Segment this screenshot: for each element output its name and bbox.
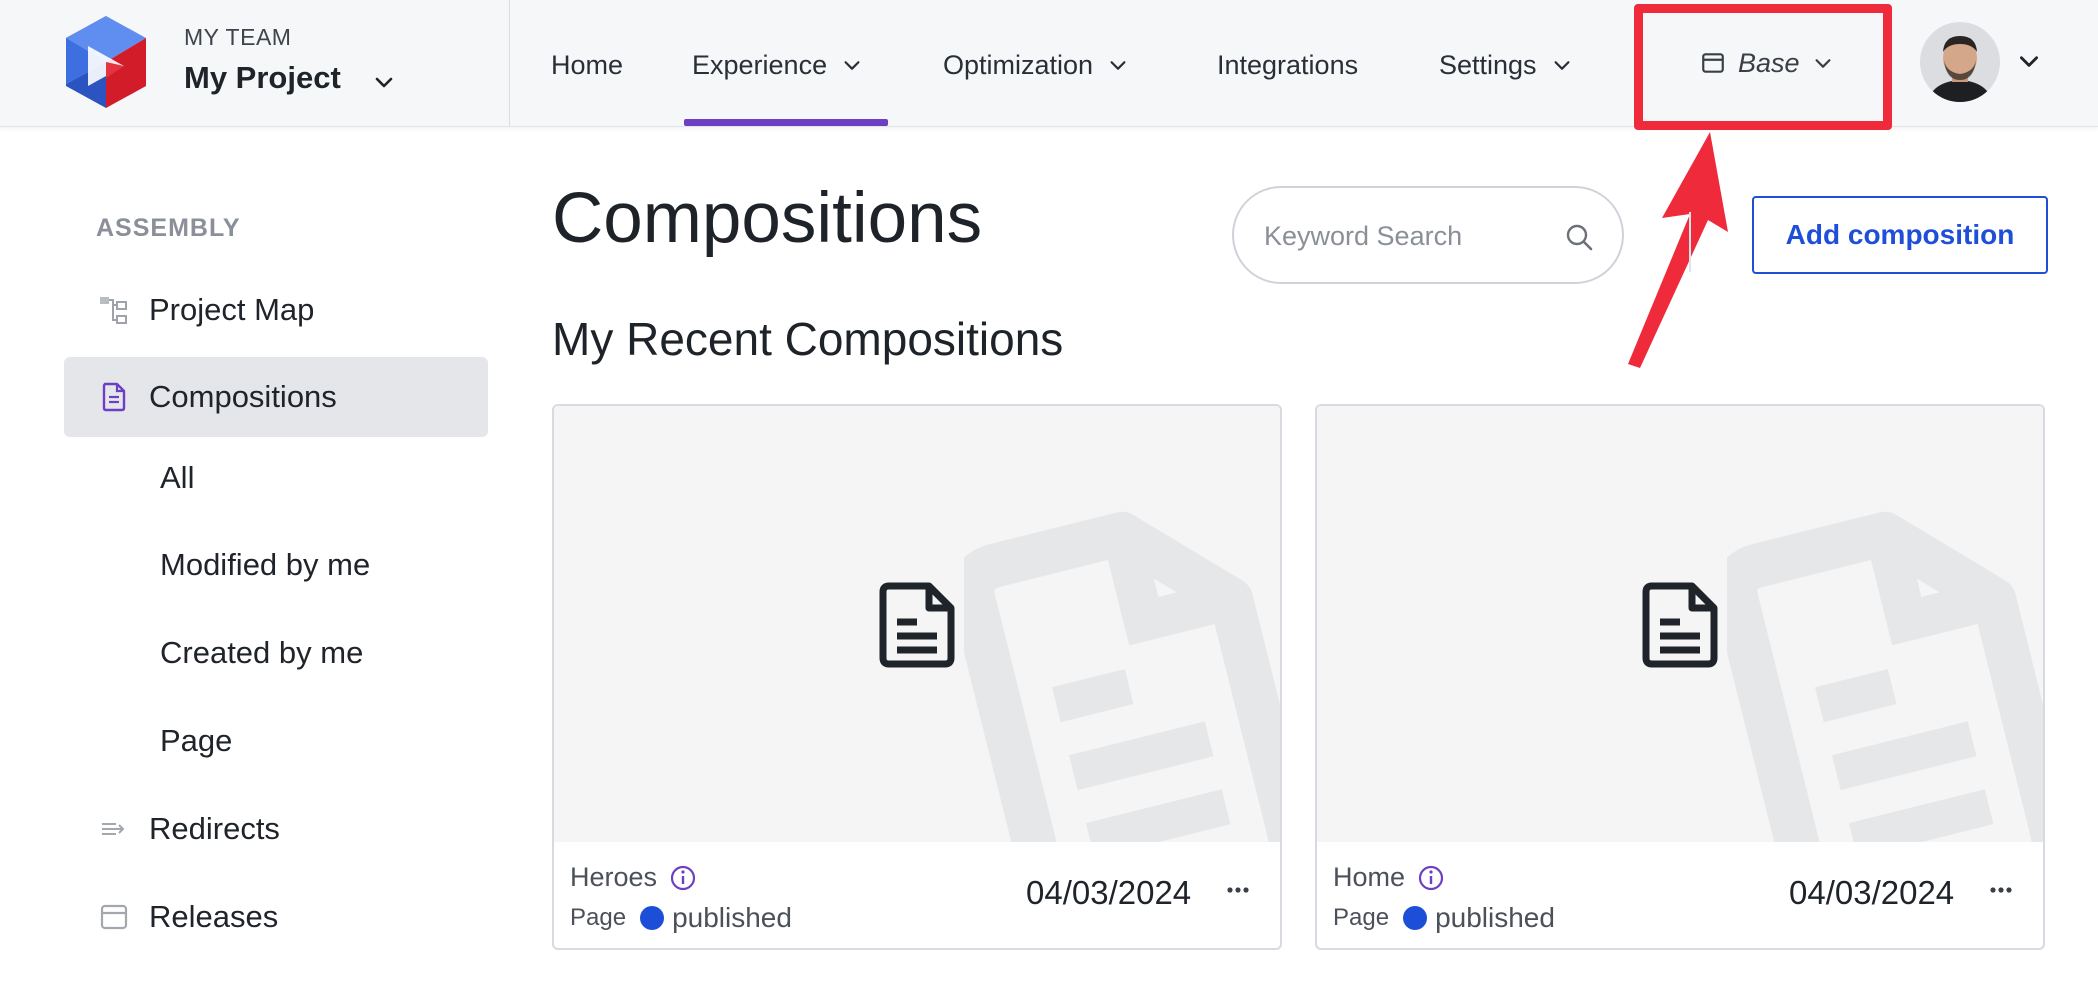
sidebar-item-compositions[interactable]: Compositions [64, 357, 488, 437]
nav-settings[interactable]: Settings [1439, 48, 1573, 82]
chevron-down-icon [1554, 61, 1570, 70]
sidebar-subitem-created-by-me[interactable]: Created by me [160, 635, 363, 671]
document-watermark-icon [1727, 511, 2043, 842]
composition-card[interactable]: Heroes Page published 04/03/2024 [552, 404, 1282, 950]
nav-settings-label: Settings [1439, 50, 1537, 80]
sidebar-heading: ASSEMBLY [96, 214, 241, 242]
nav-integrations[interactable]: Integrations [1217, 48, 1358, 82]
card-meta: Page published [570, 902, 792, 934]
status-text: published [672, 902, 792, 933]
more-options-icon[interactable] [1224, 876, 1252, 904]
document-icon [1642, 582, 1718, 668]
nav-integrations-label: Integrations [1217, 50, 1359, 80]
document-icon [879, 582, 955, 668]
status-text: published [1435, 902, 1555, 933]
chevron-down-icon [375, 77, 393, 88]
search-box [1232, 186, 1624, 284]
nav-experience-label: Experience [692, 50, 828, 80]
releases-icon [100, 904, 128, 930]
card-title: Home [1333, 862, 1406, 892]
info-icon[interactable] [1417, 864, 1445, 892]
card-name: Heroes [570, 862, 697, 893]
search-input[interactable] [1264, 216, 1544, 256]
status-badge: published [1403, 902, 1555, 934]
add-composition-button[interactable]: Add composition [1752, 196, 2048, 274]
nav-optimization[interactable]: Optimization [943, 48, 1129, 82]
info-icon[interactable] [669, 864, 697, 892]
more-options-icon[interactable] [1987, 876, 2015, 904]
page-title: Compositions [552, 179, 983, 258]
sidebar-item-label: Redirects [149, 811, 280, 846]
card-meta: Page published [1333, 902, 1555, 934]
annotation-arrow-icon [1628, 132, 1728, 368]
composition-card[interactable]: Home Page published 04/03/2024 [1315, 404, 2045, 950]
card-thumbnail [1317, 406, 2043, 842]
highlight-box [1634, 4, 1892, 130]
nav-optimization-label: Optimization [943, 50, 1094, 80]
user-photo [1920, 22, 2000, 102]
card-title: Heroes [570, 862, 658, 892]
active-nav-indicator [684, 119, 888, 126]
card-type: Page [570, 904, 627, 931]
divider [1689, 212, 1691, 272]
chevron-down-icon [844, 61, 860, 70]
avatar[interactable] [1920, 22, 2000, 102]
card-name: Home [1333, 862, 1445, 893]
nav-home-label: Home [551, 50, 624, 80]
chevron-down-icon [1110, 61, 1126, 70]
status-badge: published [640, 902, 792, 934]
sidebar-subitem-page[interactable]: Page [160, 723, 232, 759]
document-watermark-icon [964, 511, 1280, 842]
sidebar-item-project-map[interactable]: Project Map [64, 270, 488, 350]
card-thumbnail [554, 406, 1280, 842]
nav-home[interactable]: Home [551, 48, 623, 82]
card-date: 04/03/2024 [1789, 874, 1955, 911]
section-title: My Recent Compositions [552, 313, 1064, 365]
project-switcher[interactable]: MY TEAM My Project [0, 0, 510, 127]
sidebar-item-redirects[interactable]: Redirects [64, 789, 488, 869]
card-type: Page [1333, 904, 1390, 931]
card-date: 04/03/2024 [1026, 874, 1192, 911]
sidebar-item-label: Project Map [149, 292, 315, 327]
redirects-icon [102, 823, 125, 835]
project-map-icon [100, 297, 127, 324]
team-name: MY TEAM [184, 24, 292, 50]
app-logo-icon [66, 16, 146, 108]
status-dot [640, 906, 665, 930]
chevron-down-icon[interactable] [2016, 48, 2042, 74]
nav-experience[interactable]: Experience [692, 48, 863, 82]
sidebar-subitem-all[interactable]: All [160, 460, 194, 496]
project-name: My Project [184, 60, 341, 95]
sidebar-item-label: Releases [149, 899, 279, 934]
sidebar-subitem-modified-by-me[interactable]: Modified by me [160, 547, 370, 583]
sidebar-item-releases[interactable]: Releases [64, 877, 488, 957]
status-dot [1403, 906, 1428, 930]
search-icon[interactable] [1564, 222, 1594, 252]
compositions-icon [102, 382, 126, 412]
sidebar-item-label: Compositions [149, 379, 337, 414]
